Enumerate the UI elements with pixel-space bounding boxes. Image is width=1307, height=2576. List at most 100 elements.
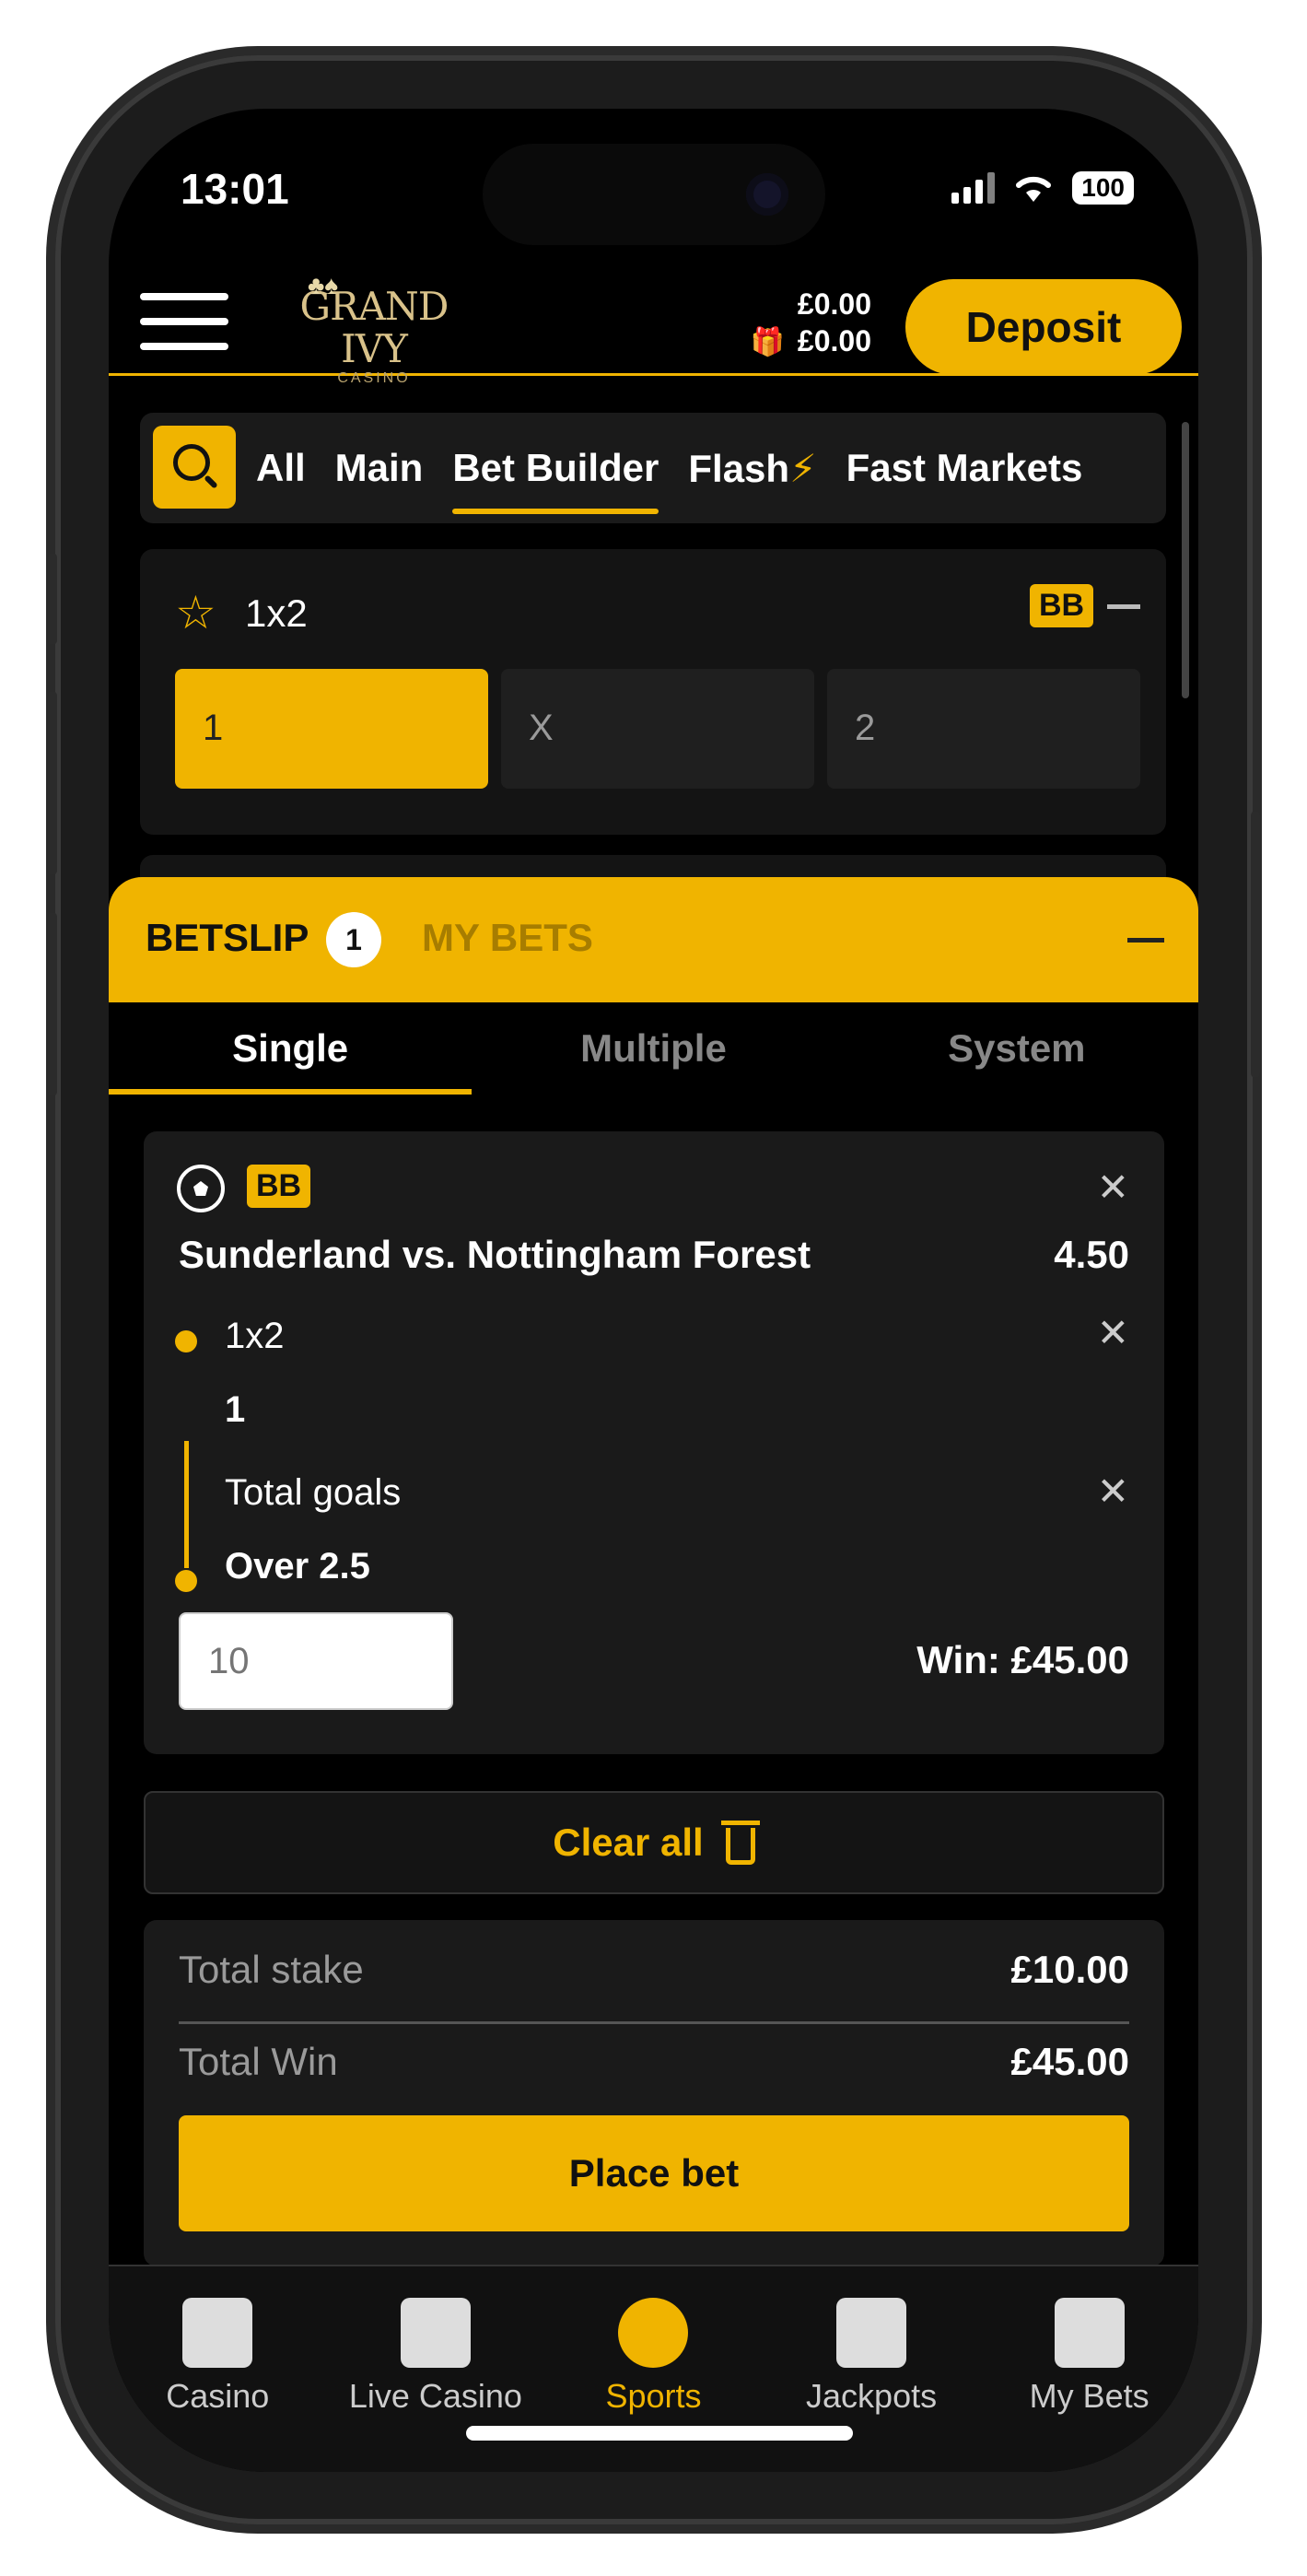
cash-balance: £0.00 [797, 287, 871, 321]
remove-leg-icon[interactable]: ✕ [1097, 1310, 1129, 1355]
bonus-balance: £0.00 [797, 324, 871, 357]
total-stake-value: £10.00 [1010, 1948, 1129, 1991]
tab-bet-builder[interactable]: Bet Builder [452, 446, 659, 514]
nav-label: Jackpots [806, 2377, 938, 2415]
status-icons: 100 [951, 171, 1134, 205]
tab-flash[interactable]: Flash⚡ [688, 446, 816, 491]
receipt-icon [1054, 2298, 1125, 2368]
volume-down-button [48, 912, 57, 1096]
gift-icon: 🎁 [750, 327, 785, 357]
betslip-header[interactable]: BETSLIP 1 MY BETS [109, 877, 1198, 1002]
tab-system[interactable]: System [835, 1002, 1198, 1095]
place-bet-button[interactable]: Place bet [179, 2115, 1129, 2231]
nav-jackpots[interactable]: Jackpots [763, 2266, 981, 2472]
remove-leg-icon[interactable]: ✕ [1097, 1469, 1129, 1514]
leg-market: 1x2 [225, 1316, 285, 1356]
deposit-button[interactable]: Deposit [905, 279, 1182, 375]
sports-tabs: All Main Bet Builder Flash⚡ Fast Markets [140, 413, 1166, 523]
nav-label: Sports [605, 2377, 702, 2415]
betslip-count-badge: 1 [326, 912, 381, 967]
menu-icon[interactable] [140, 293, 228, 350]
camera-icon [746, 173, 788, 216]
logo-sub: CASINO [337, 370, 411, 386]
status-bar: 13:01 100 [109, 109, 1198, 265]
balances[interactable]: £0.00 🎁 £0.00 [726, 286, 871, 361]
bet-type-tabs: Single Multiple System [109, 1002, 1198, 1095]
total-stake-row: Total stake £10.00 [179, 1948, 1129, 2003]
nav-label: Casino [166, 2377, 270, 2415]
power-button [1251, 811, 1260, 1078]
logo-name: GRAND IVY [299, 284, 449, 371]
slot-machine-icon [182, 2298, 253, 2368]
nav-casino[interactable]: Casino [109, 2266, 327, 2472]
tab-flash-label: Flash [688, 446, 790, 490]
bet-card: BB ✕ Sunderland vs. Nottingham Forest 4.… [144, 1131, 1164, 1754]
bottom-nav: Casino Live Casino Sports Jackpots My Be… [109, 2265, 1198, 2472]
bet-builder-badge: BB [1030, 584, 1094, 627]
betslip-tab[interactable]: BETSLIP [146, 916, 309, 960]
clear-all-button[interactable]: Clear all [144, 1791, 1164, 1894]
tab-main[interactable]: Main [335, 446, 424, 490]
tab-single[interactable]: Single [109, 1002, 473, 1095]
remove-bet-icon[interactable]: ✕ [1097, 1165, 1129, 1210]
leg-dot [175, 1330, 197, 1352]
collapse-icon[interactable] [1107, 604, 1140, 609]
total-win-label: Total Win [179, 2040, 338, 2083]
tab-list: All Main Bet Builder Flash⚡ Fast Markets [256, 413, 1082, 523]
bet-odds: 4.50 [1054, 1233, 1129, 1276]
signal-icon [951, 172, 996, 204]
leg-market: Total goals [225, 1472, 402, 1513]
status-time: 13:01 [181, 165, 289, 213]
nav-label: My Bets [1029, 2377, 1149, 2415]
nav-my-bets[interactable]: My Bets [980, 2266, 1198, 2472]
bet-summary: Total stake £10.00 Total Win £45.00 Plac… [144, 1920, 1164, 2266]
app-header: ♣♠ GRAND IVY CASINO £0.00 🎁 £0.00 Deposit [109, 265, 1198, 386]
market-card: ☆ 1x2 BB 1 X 2 [140, 549, 1166, 835]
event-name: Sunderland vs. Nottingham Forest [179, 1233, 811, 1276]
odd-draw[interactable]: X [501, 669, 814, 789]
dynamic-island [483, 144, 825, 245]
logo[interactable]: ♣♠ GRAND IVY CASINO [273, 271, 475, 386]
tab-all[interactable]: All [256, 446, 306, 490]
clear-all-label: Clear all [553, 1821, 704, 1864]
home-indicator[interactable] [466, 2426, 853, 2441]
tab-fast-markets[interactable]: Fast Markets [846, 446, 1083, 490]
minimize-icon[interactable] [1127, 938, 1164, 943]
potential-win: Win: £45.00 [916, 1638, 1129, 1681]
search-icon [173, 444, 210, 481]
leg-pick: Over 2.5 [225, 1546, 370, 1587]
lightning-icon: ⚡ [789, 446, 817, 490]
wifi-icon [1016, 176, 1052, 202]
search-button[interactable] [153, 426, 236, 509]
divider [179, 2021, 1129, 2024]
tab-multiple[interactable]: Multiple [472, 1002, 834, 1095]
leg-pick: 1 [225, 1389, 246, 1430]
nav-sports[interactable]: Sports [544, 2266, 763, 2472]
odd-home[interactable]: 1 [175, 669, 488, 789]
nav-live-casino[interactable]: Live Casino [327, 2266, 545, 2472]
diamond-icon [836, 2298, 907, 2368]
odds-row: 1 X 2 [175, 669, 1140, 789]
total-win-row: Total Win £45.00 [179, 2040, 1129, 2095]
market-title: 1x2 [245, 591, 308, 635]
stake-input[interactable] [179, 1612, 453, 1710]
nav-label: Live Casino [348, 2377, 522, 2415]
football-icon [177, 1165, 225, 1212]
bet-builder-badge: BB [247, 1165, 311, 1208]
odd-away[interactable]: 2 [827, 669, 1140, 789]
volume-up-button [48, 691, 57, 875]
football-icon [618, 2298, 689, 2368]
battery-icon: 100 [1072, 171, 1134, 205]
clover-icon: ♣♠ [308, 271, 339, 299]
trash-icon [720, 1821, 760, 1865]
star-icon[interactable]: ☆ [175, 586, 216, 639]
total-stake-label: Total stake [179, 1948, 364, 1991]
mute-switch [48, 553, 57, 645]
leg-dot [175, 1570, 197, 1592]
my-bets-tab[interactable]: MY BETS [422, 916, 593, 960]
screen: 13:01 100 ♣♠ GRAND IVY CASINO £0.00 🎁 £0.… [109, 109, 1198, 2472]
total-win-value: £45.00 [1010, 2040, 1129, 2083]
scrollbar[interactable] [1182, 422, 1189, 698]
leg-connector [184, 1441, 189, 1568]
cards-icon [400, 2298, 471, 2368]
